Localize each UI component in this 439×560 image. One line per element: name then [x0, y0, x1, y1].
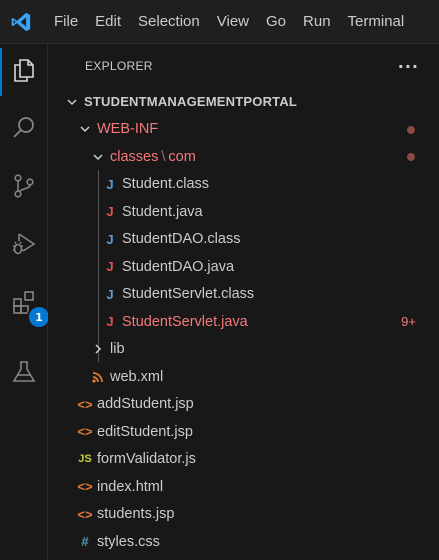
- jsp-icon: <>: [77, 506, 93, 522]
- modified-dot: [407, 153, 415, 161]
- folder-com-label: com: [168, 148, 196, 165]
- folder-lib[interactable]: lib: [48, 336, 439, 364]
- chevron-down-icon: [64, 94, 80, 110]
- problems-count-badge: 9+: [401, 314, 416, 330]
- file-label: Student.java: [122, 203, 203, 220]
- js-icon: JS: [78, 453, 92, 466]
- file-studentservlet-class[interactable]: J StudentServlet.class: [48, 281, 439, 309]
- explorer-button[interactable]: [0, 48, 48, 96]
- folder-web-inf[interactable]: WEB-INF: [48, 116, 439, 144]
- explorer-header: EXPLORER ···: [48, 44, 439, 88]
- testing-button[interactable]: [0, 350, 48, 398]
- file-students-jsp[interactable]: <> students.jsp: [48, 501, 439, 529]
- run-debug-icon: [10, 230, 38, 262]
- menu-file[interactable]: File: [42, 0, 87, 44]
- java-class-icon: J: [106, 176, 114, 192]
- folder-lib-label: lib: [110, 341, 125, 358]
- menu-view[interactable]: View: [208, 0, 257, 44]
- explorer-sidebar: EXPLORER ··· STUDENTMANAGEMENTPORTAL WEB…: [48, 44, 439, 560]
- file-label: web.xml: [110, 368, 164, 385]
- extensions-button[interactable]: 1: [0, 280, 49, 328]
- folder-root[interactable]: STUDENTMANAGEMENTPORTAL: [48, 88, 439, 116]
- file-studentdao-class[interactable]: J StudentDAO.class: [48, 226, 439, 254]
- menu-selection[interactable]: Selection: [130, 0, 209, 44]
- file-tree: STUDENTMANAGEMENTPORTAL WEB-INF classes …: [48, 88, 439, 556]
- vscode-logo-icon: [0, 0, 42, 44]
- testing-icon: [10, 358, 38, 390]
- folder-web-inf-label: WEB-INF: [97, 121, 159, 138]
- title-bar: File Edit Selection View Go Run Terminal: [0, 0, 439, 44]
- file-editstudent-jsp[interactable]: <> editStudent.jsp: [48, 418, 439, 446]
- file-addstudent-jsp[interactable]: <> addStudent.jsp: [48, 391, 439, 419]
- css-icon: #: [81, 534, 89, 550]
- folder-classes-label: classes: [110, 148, 159, 165]
- java-file-icon: J: [106, 314, 114, 330]
- chevron-down-icon: [77, 121, 93, 137]
- search-button[interactable]: [0, 106, 48, 154]
- file-index-html[interactable]: <> index.html: [48, 473, 439, 501]
- more-actions-icon[interactable]: ···: [398, 57, 419, 76]
- jsp-icon: <>: [77, 424, 93, 440]
- run-debug-button[interactable]: [0, 222, 48, 270]
- rss-xml-icon: [90, 371, 106, 383]
- file-formvalidator-js[interactable]: JS formValidator.js: [48, 446, 439, 474]
- file-label: formValidator.js: [97, 451, 196, 468]
- file-studentservlet-java[interactable]: J StudentServlet.java 9+: [48, 308, 439, 336]
- modified-dot: [407, 125, 415, 134]
- file-label: editStudent.jsp: [97, 423, 193, 440]
- file-label: addStudent.jsp: [97, 396, 194, 413]
- explorer-icon: [10, 56, 38, 88]
- file-label: Student.class: [122, 176, 210, 193]
- menu-bar: File Edit Selection View Go Run Terminal: [42, 0, 413, 44]
- java-file-icon: J: [106, 204, 114, 220]
- file-label: StudentServlet.class: [122, 286, 255, 303]
- extensions-badge: 1: [29, 307, 49, 327]
- activity-bar: 1: [0, 44, 49, 560]
- folder-classes-com[interactable]: classes \ com: [48, 143, 439, 171]
- file-web-xml[interactable]: web.xml: [48, 363, 439, 391]
- html-icon: <>: [77, 479, 93, 495]
- menu-run[interactable]: Run: [295, 0, 340, 44]
- file-student-java[interactable]: J Student.java: [48, 198, 439, 226]
- source-control-button[interactable]: [0, 164, 48, 212]
- file-student-class[interactable]: J Student.class: [48, 171, 439, 199]
- file-label: StudentServlet.java: [122, 313, 248, 330]
- java-class-icon: J: [106, 286, 114, 302]
- file-label: styles.css: [97, 533, 160, 550]
- path-separator: \: [161, 148, 166, 165]
- search-icon: [10, 114, 38, 146]
- file-label: StudentDAO.class: [122, 231, 241, 248]
- menu-go[interactable]: Go: [258, 0, 295, 44]
- java-file-icon: J: [106, 259, 114, 275]
- jsp-icon: <>: [77, 396, 93, 412]
- file-label: students.jsp: [97, 506, 175, 523]
- file-label: StudentDAO.java: [122, 258, 235, 275]
- folder-root-label: STUDENTMANAGEMENTPORTAL: [84, 94, 298, 110]
- chevron-down-icon: [90, 149, 106, 165]
- menu-terminal[interactable]: Terminal: [339, 0, 413, 44]
- menu-edit[interactable]: Edit: [87, 0, 130, 44]
- source-control-icon: [10, 172, 38, 204]
- file-label: index.html: [97, 478, 164, 495]
- file-styles-css[interactable]: # styles.css: [48, 528, 439, 556]
- explorer-title: EXPLORER: [85, 59, 153, 73]
- chevron-right-icon: [90, 341, 106, 357]
- java-class-icon: J: [106, 231, 114, 247]
- file-studentdao-java[interactable]: J StudentDAO.java: [48, 253, 439, 281]
